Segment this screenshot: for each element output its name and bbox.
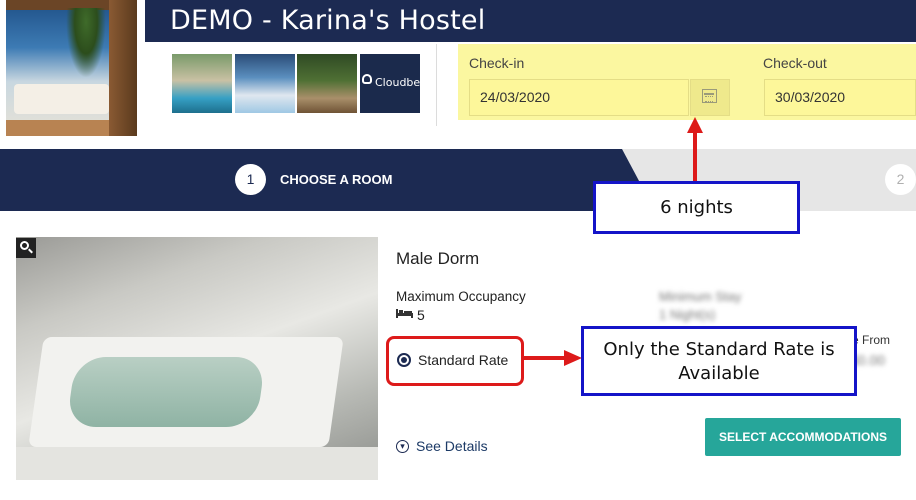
chevron-down-icon[interactable]: ▾ [396,440,409,453]
min-stay-value: 1 Night(s) [659,307,716,322]
header-divider [436,44,437,126]
bed-icon [396,309,413,318]
gallery-thumbnail-lounge[interactable] [235,54,295,113]
min-stay-label: Minimum Stay [659,289,742,304]
step-2-number: 2 [885,164,916,195]
room-name: Male Dorm [396,249,480,268]
checkin-date-field[interactable]: 24/03/2020 [469,79,689,116]
checkin-label: Check-in [469,55,525,71]
price-from-label: e From [852,333,891,347]
radio-selected-dot [401,357,407,363]
max-occupancy-value: 5 [417,307,425,323]
select-accommodations-button[interactable]: SELECT ACCOMMODATIONS [705,418,901,456]
step-1-number: 1 [235,164,266,195]
nights-callout: 6 nights [593,181,800,234]
room-photo[interactable] [16,237,378,480]
arrow-right-icon [522,350,582,366]
checkout-date-field[interactable]: 30/03/2020 [764,79,916,116]
step-1-label: CHOOSE A ROOM [280,172,393,187]
calendar-icon[interactable] [702,89,717,103]
gallery-thumbnail-pool[interactable] [172,54,232,113]
rate-callout: Only the Standard Rate is Available [581,326,857,396]
gallery-thumbnail-garden[interactable] [297,54,357,113]
max-occupancy-label: Maximum Occupancy [396,289,526,304]
arrow-up-icon [687,117,703,181]
checkout-label: Check-out [763,55,827,71]
see-details-link[interactable]: See Details [416,438,488,454]
hotel-name: DEMO - Karina's Hostel [170,5,486,36]
standard-rate-label[interactable]: Standard Rate [418,352,508,368]
hotel-hero-photo[interactable] [6,0,137,136]
cloudbeds-logo-text: Cloudbeds [375,76,420,89]
